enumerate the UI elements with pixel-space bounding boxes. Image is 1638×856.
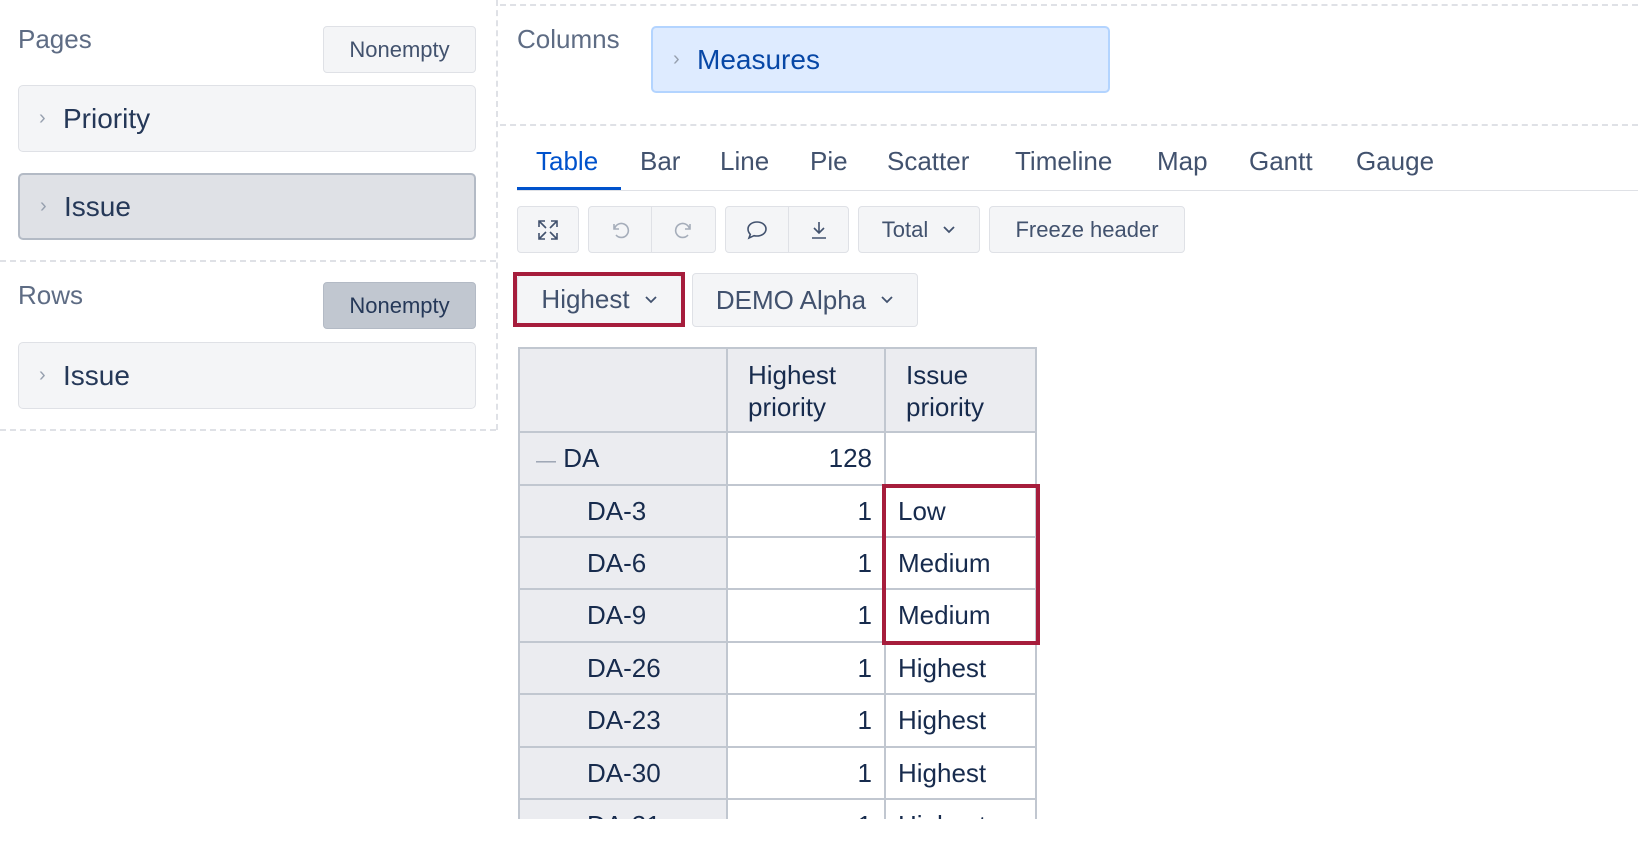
dimension-label: Issue — [63, 359, 130, 391]
chevron-right-icon: › — [39, 107, 46, 129]
viewport-bottom-edge — [0, 819, 1638, 856]
tab-gauge[interactable]: Gauge — [1356, 146, 1434, 177]
table-row: DA-23 1 Highest — [518, 693, 1037, 748]
tab-timeline[interactable]: Timeline — [1015, 146, 1112, 177]
tabs-underline — [517, 190, 1638, 191]
tab-line[interactable]: Line — [720, 146, 769, 177]
columns-top-divider — [500, 4, 1638, 6]
tab-scatter[interactable]: Scatter — [887, 146, 969, 177]
value-cell: 1 — [726, 641, 886, 695]
pages-nonempty-button[interactable]: Nonempty — [323, 26, 476, 73]
export-button[interactable] — [789, 206, 849, 253]
comment-icon — [746, 220, 767, 240]
chevron-right-icon: › — [39, 364, 46, 386]
expand-icon — [538, 219, 558, 240]
row-header[interactable]: DA-9 — [518, 588, 728, 643]
pages-dimension-issue[interactable]: › Issue — [18, 173, 476, 240]
priority-cell: Highest — [884, 641, 1037, 695]
row-header-da[interactable]: — DA — [518, 431, 728, 486]
rows-bottom-divider — [0, 429, 496, 431]
chevron-down-icon — [943, 225, 955, 233]
highlight-priority-filter — [513, 272, 685, 327]
header-line: Issue — [906, 360, 969, 390]
value-cell: 128 — [726, 431, 886, 486]
pages-dimension-priority[interactable]: › Priority — [18, 85, 476, 152]
undo-icon — [613, 222, 630, 238]
tab-table-active-indicator — [517, 187, 621, 190]
table-corner-cell — [518, 347, 728, 433]
dimension-label: Measures — [697, 43, 820, 75]
tab-table[interactable]: Table — [536, 146, 598, 177]
header-line: priority — [906, 392, 985, 422]
columns-label: Columns — [517, 24, 620, 54]
row-header[interactable]: DA-23 — [518, 693, 728, 748]
dimension-label: Priority — [63, 102, 151, 134]
redo-icon — [674, 222, 691, 238]
chevron-down-icon — [881, 296, 893, 304]
total-dropdown[interactable]: Total — [858, 206, 980, 253]
row-header[interactable]: DA-6 — [518, 536, 728, 590]
column-header-issue-priority[interactable]: Issue priority — [884, 347, 1037, 433]
value-cell: 1 — [726, 484, 886, 538]
comment-button[interactable] — [725, 206, 788, 253]
tab-map[interactable]: Map — [1157, 146, 1208, 177]
chevron-right-icon: › — [40, 195, 47, 217]
column-header-highest-priority[interactable]: Highest priority — [726, 347, 886, 433]
table-header-row: Highest priority Issue priority — [518, 347, 1037, 433]
table-row: — DA 128 — [518, 431, 1037, 486]
priority-cell: Highest — [884, 746, 1037, 800]
columns-bottom-divider — [500, 124, 1638, 126]
row-header[interactable]: DA-26 — [518, 641, 728, 695]
chevron-right-icon: › — [673, 48, 680, 70]
tab-bar[interactable]: Bar — [640, 146, 680, 177]
collapse-icon[interactable]: — — [536, 450, 556, 472]
value-cell: 1 — [726, 746, 886, 800]
pages-label: Pages — [18, 24, 92, 54]
redo-button[interactable] — [652, 206, 716, 253]
tab-gantt[interactable]: Gantt — [1249, 146, 1313, 177]
rows-nonempty-button[interactable]: Nonempty — [323, 282, 476, 329]
freeze-header-button[interactable]: Freeze header — [989, 206, 1185, 253]
priority-cell: Highest — [884, 693, 1037, 748]
columns-dimension-measures[interactable]: › Measures — [651, 26, 1110, 93]
fullscreen-button[interactable] — [517, 206, 579, 253]
rows-dimension-issue[interactable]: › Issue — [18, 342, 476, 409]
left-panel-border — [496, 0, 498, 430]
header-line: priority — [748, 392, 827, 422]
undo-button[interactable] — [588, 206, 652, 253]
page-filter-issue-label: DEMO Alpha — [715, 284, 867, 315]
row-label: DA — [563, 443, 600, 473]
total-label: Total — [881, 216, 929, 242]
table-row: DA-30 1 Highest — [518, 746, 1037, 800]
table-row: DA-26 1 Highest — [518, 641, 1037, 695]
value-cell: 1 — [726, 536, 886, 590]
value-cell: 1 — [726, 588, 886, 643]
row-header[interactable]: DA-30 — [518, 746, 728, 800]
download-icon — [812, 221, 826, 239]
highlight-priority-cells — [882, 484, 1040, 645]
dimension-label: Issue — [64, 190, 131, 222]
page-filter-issue[interactable]: DEMO Alpha — [692, 273, 918, 327]
tab-pie[interactable]: Pie — [810, 146, 848, 177]
header-line: Highest — [748, 360, 837, 390]
row-header[interactable]: DA-3 — [518, 484, 728, 538]
pages-rows-divider — [0, 260, 496, 262]
value-cell: 1 — [726, 693, 886, 748]
priority-cell — [884, 431, 1037, 486]
rows-label: Rows — [18, 280, 84, 310]
